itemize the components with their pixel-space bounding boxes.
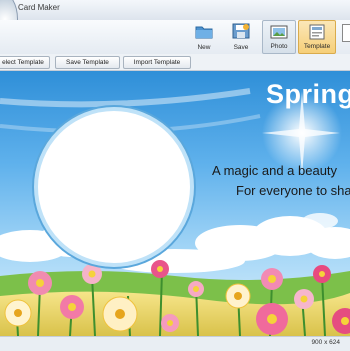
more-button[interactable] [340, 20, 350, 54]
photo-button[interactable]: Photo [262, 20, 296, 54]
photo-icon [270, 25, 288, 39]
canvas-size: 900 x 624 [311, 339, 340, 346]
template-label: Template [303, 43, 331, 50]
card-text-line-2[interactable]: For everyone to share [236, 183, 350, 198]
template-toolbar: elect Template Save Template Import Temp… [0, 54, 350, 71]
status-bar: 900 x 624 [0, 336, 350, 351]
photo-label: Photo [270, 43, 288, 50]
save-icon [232, 23, 250, 39]
title-bar: Card Maker [0, 0, 350, 46]
ribbon-toolbar: New Save Photo Template [0, 20, 350, 55]
save-button[interactable]: Save [224, 20, 258, 54]
page-icon [342, 24, 350, 42]
window-title: Card Maker [18, 3, 60, 12]
folder-icon [195, 26, 213, 39]
save-template-button[interactable]: Save Template [55, 56, 120, 69]
save-label: Save [233, 44, 249, 51]
select-template-button[interactable]: elect Template [0, 56, 50, 69]
card-title[interactable]: Spring [266, 79, 350, 110]
card-canvas[interactable]: Spring A magic and a beauty For everyone… [0, 71, 350, 336]
template-icon [309, 24, 325, 40]
new-button[interactable]: New [186, 20, 222, 54]
card-text-line-1[interactable]: A magic and a beauty [212, 163, 337, 178]
new-label: New [197, 44, 211, 51]
photo-frame[interactable] [34, 107, 194, 267]
import-template-button[interactable]: Import Template [123, 56, 191, 69]
template-button[interactable]: Template [298, 20, 336, 54]
